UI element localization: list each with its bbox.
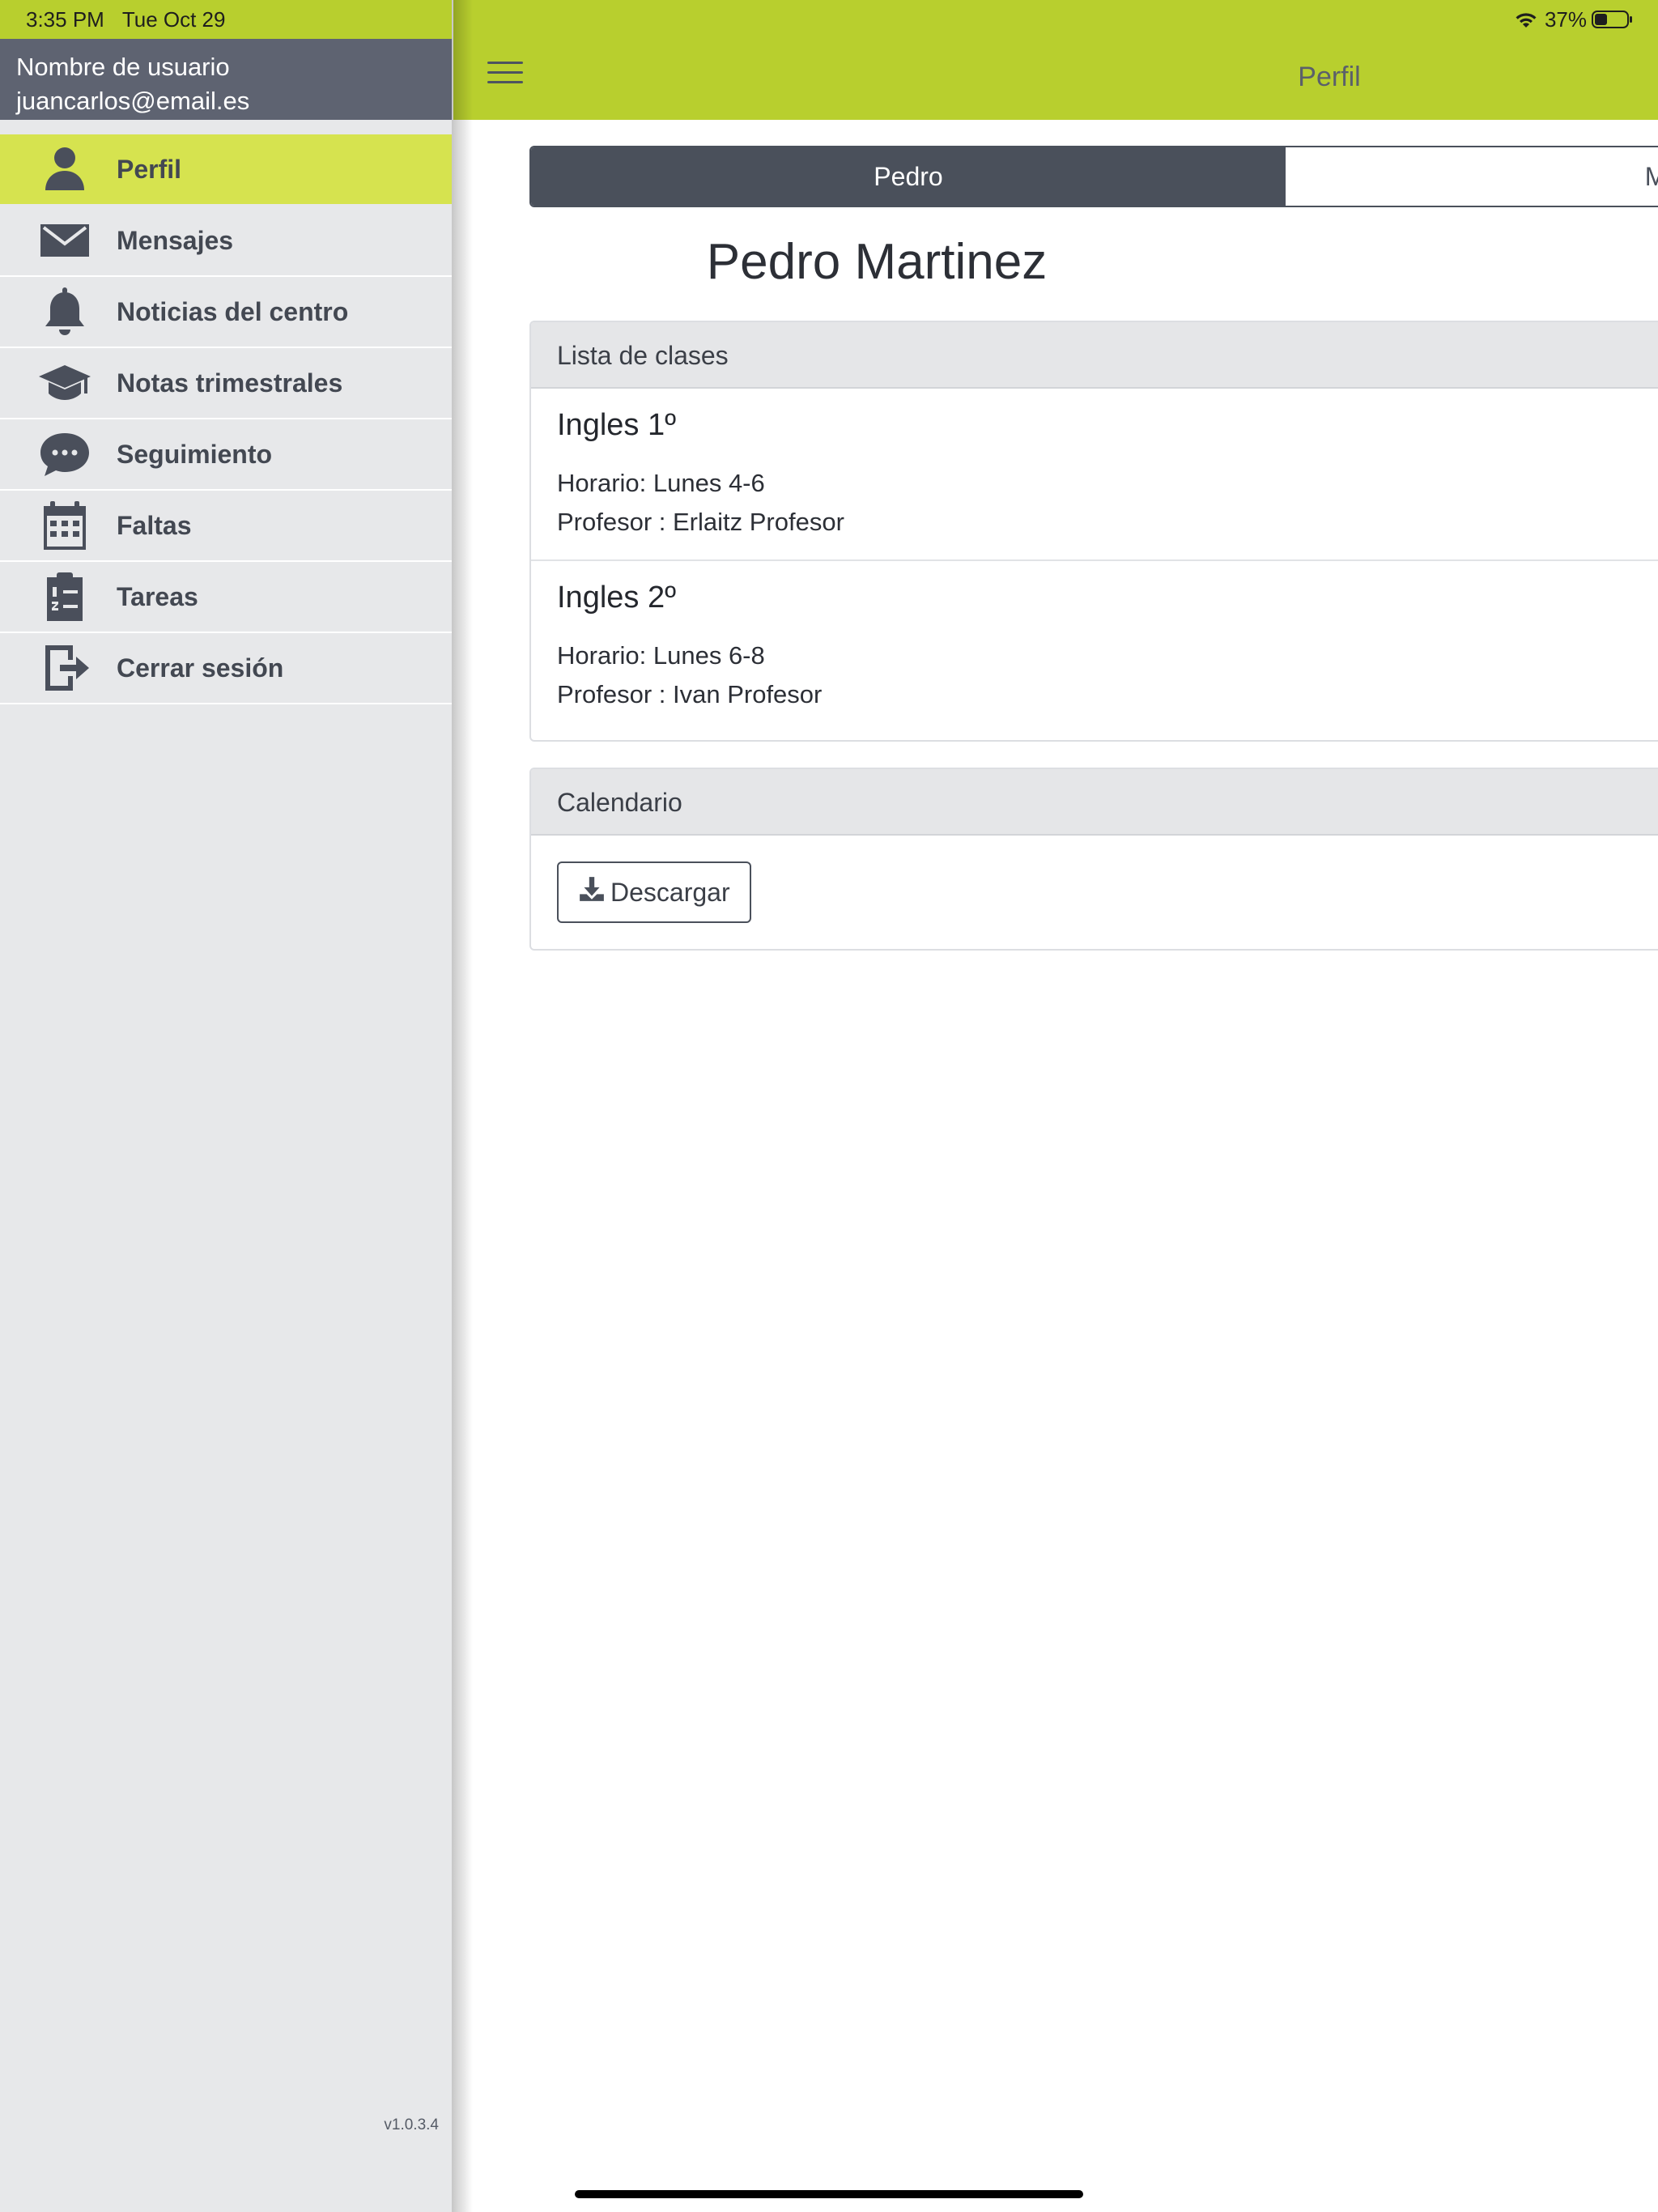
- chat-bubble-icon: [34, 428, 96, 480]
- sidebar-item-label: Notas trimestrales: [117, 368, 343, 398]
- classes-card: Lista de clases Ingles 1º Horario: Lunes…: [529, 321, 1658, 742]
- sidebar-item-label: Cerrar sesión: [117, 653, 284, 683]
- calendar-card-body: Descargar: [531, 836, 1658, 949]
- sidebar-item-label: Mensajes: [117, 225, 234, 255]
- classes-card-header: Lista de clases: [531, 322, 1658, 389]
- class-item: Ingles 1º Horario: Lunes 4-6 Profesor : …: [531, 389, 1658, 561]
- user-name-label: Nombre de usuario: [16, 53, 230, 81]
- user-email: juancarlos@email.es: [16, 87, 250, 115]
- battery-icon: [1592, 10, 1634, 29]
- main-content: 37% Perfil Pedro Ma Pedro Martinez Lista…: [453, 0, 1658, 2212]
- person-icon: [34, 143, 96, 195]
- status-bar-right: 37%: [1496, 0, 1658, 39]
- student-name: Pedro Martinez: [706, 234, 1048, 290]
- sidebar-item-mensajes[interactable]: Mensajes: [0, 206, 452, 277]
- tab-pedro[interactable]: Pedro: [531, 147, 1286, 206]
- sidebar-shadow: [452, 0, 473, 2212]
- app-screen: 3:35 PM Tue Oct 29 Nombre de usuario juan…: [0, 0, 1658, 2212]
- class-schedule: Horario: Lunes 4-6: [557, 469, 765, 497]
- sidebar-item-cerrar-sesion[interactable]: Cerrar sesión: [0, 633, 452, 704]
- calendar-card-header: Calendario: [531, 769, 1658, 836]
- student-tabs: Pedro Ma: [529, 146, 1658, 207]
- class-item: Ingles 2º Horario: Lunes 6-8 Profesor : …: [531, 561, 1658, 732]
- calendar-card: Calendario Descargar: [529, 768, 1658, 951]
- battery-percent: 37%: [1544, 6, 1587, 32]
- status-time: 3:35 PM: [26, 7, 104, 32]
- download-label: Descargar: [610, 877, 730, 907]
- envelope-icon: [34, 215, 96, 266]
- sidebar-item-seguimiento[interactable]: Seguimiento: [0, 419, 452, 491]
- top-bar: 37% Perfil: [453, 0, 1658, 120]
- sidebar-menu: Perfil Mensajes Noticias del centro Nota…: [0, 134, 452, 704]
- status-bar-left: 3:35 PM Tue Oct 29: [0, 0, 452, 39]
- status-date: Tue Oct 29: [121, 7, 226, 32]
- download-button[interactable]: Descargar: [557, 861, 751, 923]
- sidebar-item-label: Perfil: [117, 154, 182, 184]
- page-title: Perfil: [1298, 62, 1361, 92]
- sidebar: 3:35 PM Tue Oct 29 Nombre de usuario juan…: [0, 0, 452, 2212]
- sidebar-item-label: Seguimiento: [117, 439, 273, 469]
- tab-second-student[interactable]: Ma: [1286, 147, 1658, 206]
- hamburger-icon[interactable]: [487, 62, 523, 89]
- sign-out-icon: [34, 642, 96, 694]
- calendar-icon: [34, 500, 96, 551]
- home-indicator[interactable]: [575, 2190, 1083, 2198]
- user-info: Nombre de usuario juancarlos@email.es: [0, 39, 452, 120]
- bell-icon: [34, 286, 96, 338]
- sidebar-item-tareas[interactable]: Tareas: [0, 562, 452, 633]
- app-version: v1.0.3.4: [384, 2116, 439, 2133]
- sidebar-item-faltas[interactable]: Faltas: [0, 491, 452, 562]
- wifi-icon: [1514, 10, 1538, 29]
- sidebar-item-perfil[interactable]: Perfil: [0, 134, 452, 206]
- class-schedule: Horario: Lunes 6-8: [557, 641, 765, 670]
- sidebar-item-label: Faltas: [117, 510, 192, 540]
- sidebar-item-label: Tareas: [117, 581, 198, 611]
- class-title: Ingles 2º: [557, 581, 676, 615]
- sidebar-item-label: Noticias del centro: [117, 296, 349, 326]
- download-icon: [578, 875, 610, 909]
- class-teacher: Profesor : Ivan Profesor: [557, 680, 823, 708]
- class-title: Ingles 1º: [557, 408, 676, 442]
- class-teacher: Profesor : Erlaitz Profesor: [557, 508, 844, 536]
- clipboard-list-icon: [34, 571, 96, 623]
- graduation-cap-icon: [34, 357, 96, 409]
- sidebar-item-noticias[interactable]: Noticias del centro: [0, 277, 452, 348]
- sidebar-item-notas[interactable]: Notas trimestrales: [0, 348, 452, 419]
